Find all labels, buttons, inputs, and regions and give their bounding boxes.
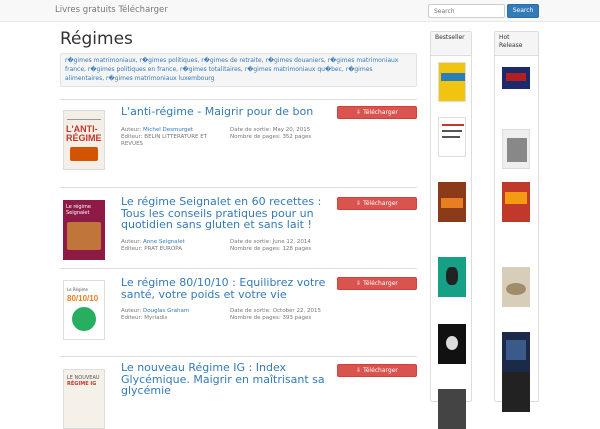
navbar: Livres gratuits Télécharger Search [0,0,600,22]
book-item: Le Régime 80/10/10 Le régime 80/10/10 : … [60,268,417,356]
author-link[interactable]: Anne Seignalet [143,239,185,245]
hot-release-thumb[interactable] [502,267,530,307]
tag-link[interactable]: r�gimes totalitaires, [180,66,243,73]
hot-release-thumb[interactable] [502,182,530,222]
book-item: L'ANTI- RÉGIME L'anti-régime - Maigrir po… [60,99,417,187]
book-author-editor: Auteur: Michel Desmurget Editeur: BELIN … [121,127,208,147]
book-title[interactable]: Le nouveau Régime IG : Index Glycémique.… [121,362,331,397]
book-cover[interactable]: Le Régime 80/10/10 [63,280,105,340]
book-author-editor: Auteur: Douglas Graham Editeur: Myriadis [121,308,190,321]
bestseller-heading: Bestseller [431,32,471,56]
tag-link[interactable]: r�gimes [346,66,373,73]
tags-box: r�gimes matrimoniaux, r�gimes politiques… [60,53,417,87]
hot-release-heading: Hot Release [495,32,538,56]
book-item: Le régime Seignalet Le régime Seignalet e… [60,187,417,268]
book-cover[interactable]: LE NOUVEAU RÉGIME IG [63,369,105,429]
book-title[interactable]: Le régime 80/10/10 : Equilibrez votre sa… [121,277,331,300]
tag-link[interactable]: r�gimes douaniers, [265,57,325,64]
tag-link[interactable]: r�gimes politiques, [140,57,200,64]
tag-link[interactable]: r�gimes matrimoniaux qu�bec, [245,66,344,73]
book-author-editor: Auteur: Anne Seignalet Editeur: PRAT EUR… [121,239,185,252]
hot-release-thumb[interactable] [502,332,530,372]
book-title[interactable]: L'anti-régime - Maigrir pour de bon [121,106,331,118]
book-release-info: Date de sortie: June 12, 2014 Nombre de … [230,239,312,252]
download-button[interactable]: ⇩ Télécharger [337,197,417,210]
download-button[interactable]: ⇩ Télécharger [337,364,417,377]
book-title[interactable]: Le régime Seignalet en 60 recettes : Tou… [121,196,331,231]
bestseller-thumb[interactable] [438,182,466,222]
bestseller-thumb[interactable] [438,117,466,157]
download-button[interactable]: ⇩ Télécharger [337,277,417,290]
tag-link[interactable]: r�gimes politiques en france, [88,66,178,73]
tag-link[interactable]: france, [65,66,86,73]
bestseller-panel: Bestseller [430,31,472,429]
book-release-info: Date de sortie: October 22, 2015 Nombre … [230,308,321,321]
book-cover[interactable]: L'ANTI- RÉGIME [63,110,105,170]
bestseller-thumb[interactable] [438,257,466,297]
tag-link[interactable]: alimentaires, [65,75,104,82]
tag-link[interactable]: r�gimes de retraite, [201,57,263,64]
tag-link[interactable]: r�gimes matrimoniaux, [65,57,138,64]
author-link[interactable]: Douglas Graham [143,308,189,314]
bestseller-thumb[interactable] [438,389,466,429]
tag-link[interactable]: r�gimes matrimoniaux [328,57,399,64]
download-button[interactable]: ⇩ Télécharger [337,106,417,119]
hot-release-thumb[interactable] [502,372,530,412]
book-release-info: Date de sortie: May 20, 2015 Nombre de p… [230,127,312,140]
author-link[interactable]: Michel Desmurget [143,127,193,133]
book-item: LE NOUVEAU RÉGIME IG Le nouveau Régime IG… [60,356,417,429]
page-title: Régimes [60,29,133,49]
search-input[interactable] [428,4,505,18]
hot-release-thumb[interactable] [502,129,530,169]
hot-release-thumb[interactable] [502,67,530,89]
hot-release-panel: Hot Release [494,31,539,412]
search-button[interactable]: Search [507,4,539,18]
bestseller-thumb[interactable] [438,62,466,102]
bestseller-thumb[interactable] [438,324,466,364]
book-cover[interactable]: Le régime Seignalet [63,200,105,260]
brand-link[interactable]: Livres gratuits Télécharger [55,5,168,15]
tag-link[interactable]: r�gimes matrimoniaux luxembourg [106,75,214,82]
